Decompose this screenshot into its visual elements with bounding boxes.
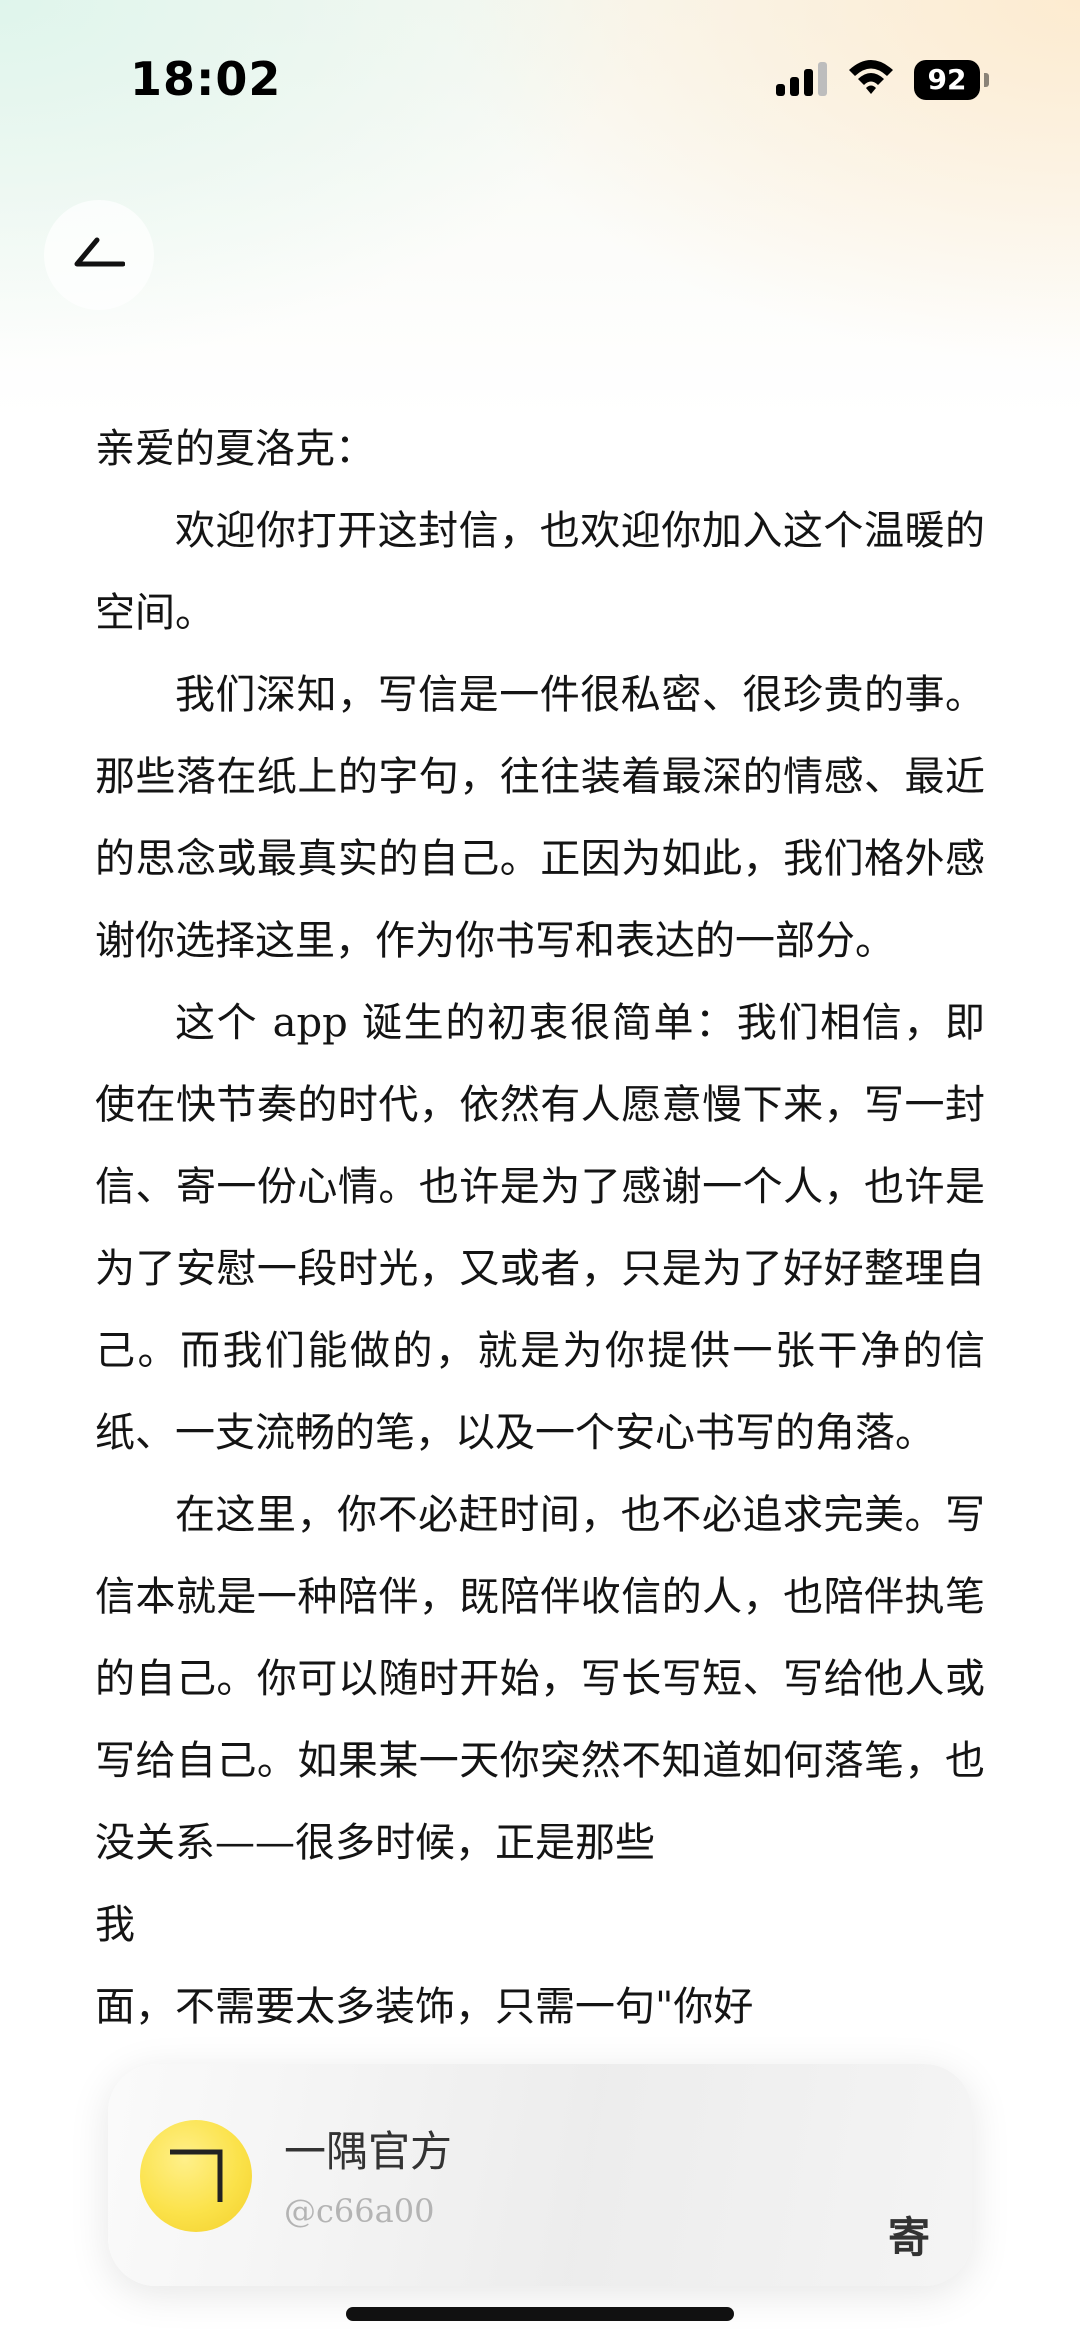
avatar[interactable] (140, 2120, 252, 2232)
home-indicator[interactable] (346, 2307, 734, 2321)
letter-paragraph: 这个 app 诞生的初衷很简单：我们相信，即使在快节奏的时代，依然有人愿意慢下来… (95, 1000, 985, 1456)
sender-handle: @c66a00 (284, 2192, 435, 2230)
battery-tip (984, 73, 989, 87)
letter-paragraph: 面，不需要太多装饰，只需一句"你好 (95, 1984, 754, 2030)
battery-icon: 92 (914, 60, 990, 100)
letter-paragraph: 我们深知，写信是一件很私密、很珍贵的事。那些落在纸上的字句，往往装着最深的情感、… (95, 672, 985, 964)
letter-greeting: 亲爱的夏洛克： (95, 426, 375, 472)
back-arrow-icon (74, 237, 125, 267)
brand-logo-icon (170, 2149, 223, 2202)
back-button[interactable] (44, 200, 154, 310)
letter-paragraph: 在这里，你不必赶时间，也不必追求完美。写信本就是一种陪伴，既陪伴收信的人，也陪伴… (95, 1492, 985, 1866)
letter-body: 亲爱的夏洛克： 欢迎你打开这封信，也欢迎你加入这个温暖的空间。 我们深知，写信是… (95, 408, 985, 2048)
cellular-signal-icon (776, 62, 827, 96)
letter-paragraph: 我 (95, 1902, 135, 1948)
status-bar: 18:02 92 (0, 0, 1080, 150)
sender-name: 一隅官方 (284, 2127, 453, 2176)
wifi-icon (849, 60, 893, 94)
battery-level: 92 (914, 60, 980, 100)
letter-paragraph: 欢迎你打开这封信，也欢迎你加入这个温暖的空间。 (95, 508, 985, 636)
sender-card: 一隅官方 @c66a00 寄 (108, 2064, 972, 2286)
send-button[interactable]: 寄 (888, 2204, 930, 2265)
status-time: 18:02 (130, 52, 282, 106)
